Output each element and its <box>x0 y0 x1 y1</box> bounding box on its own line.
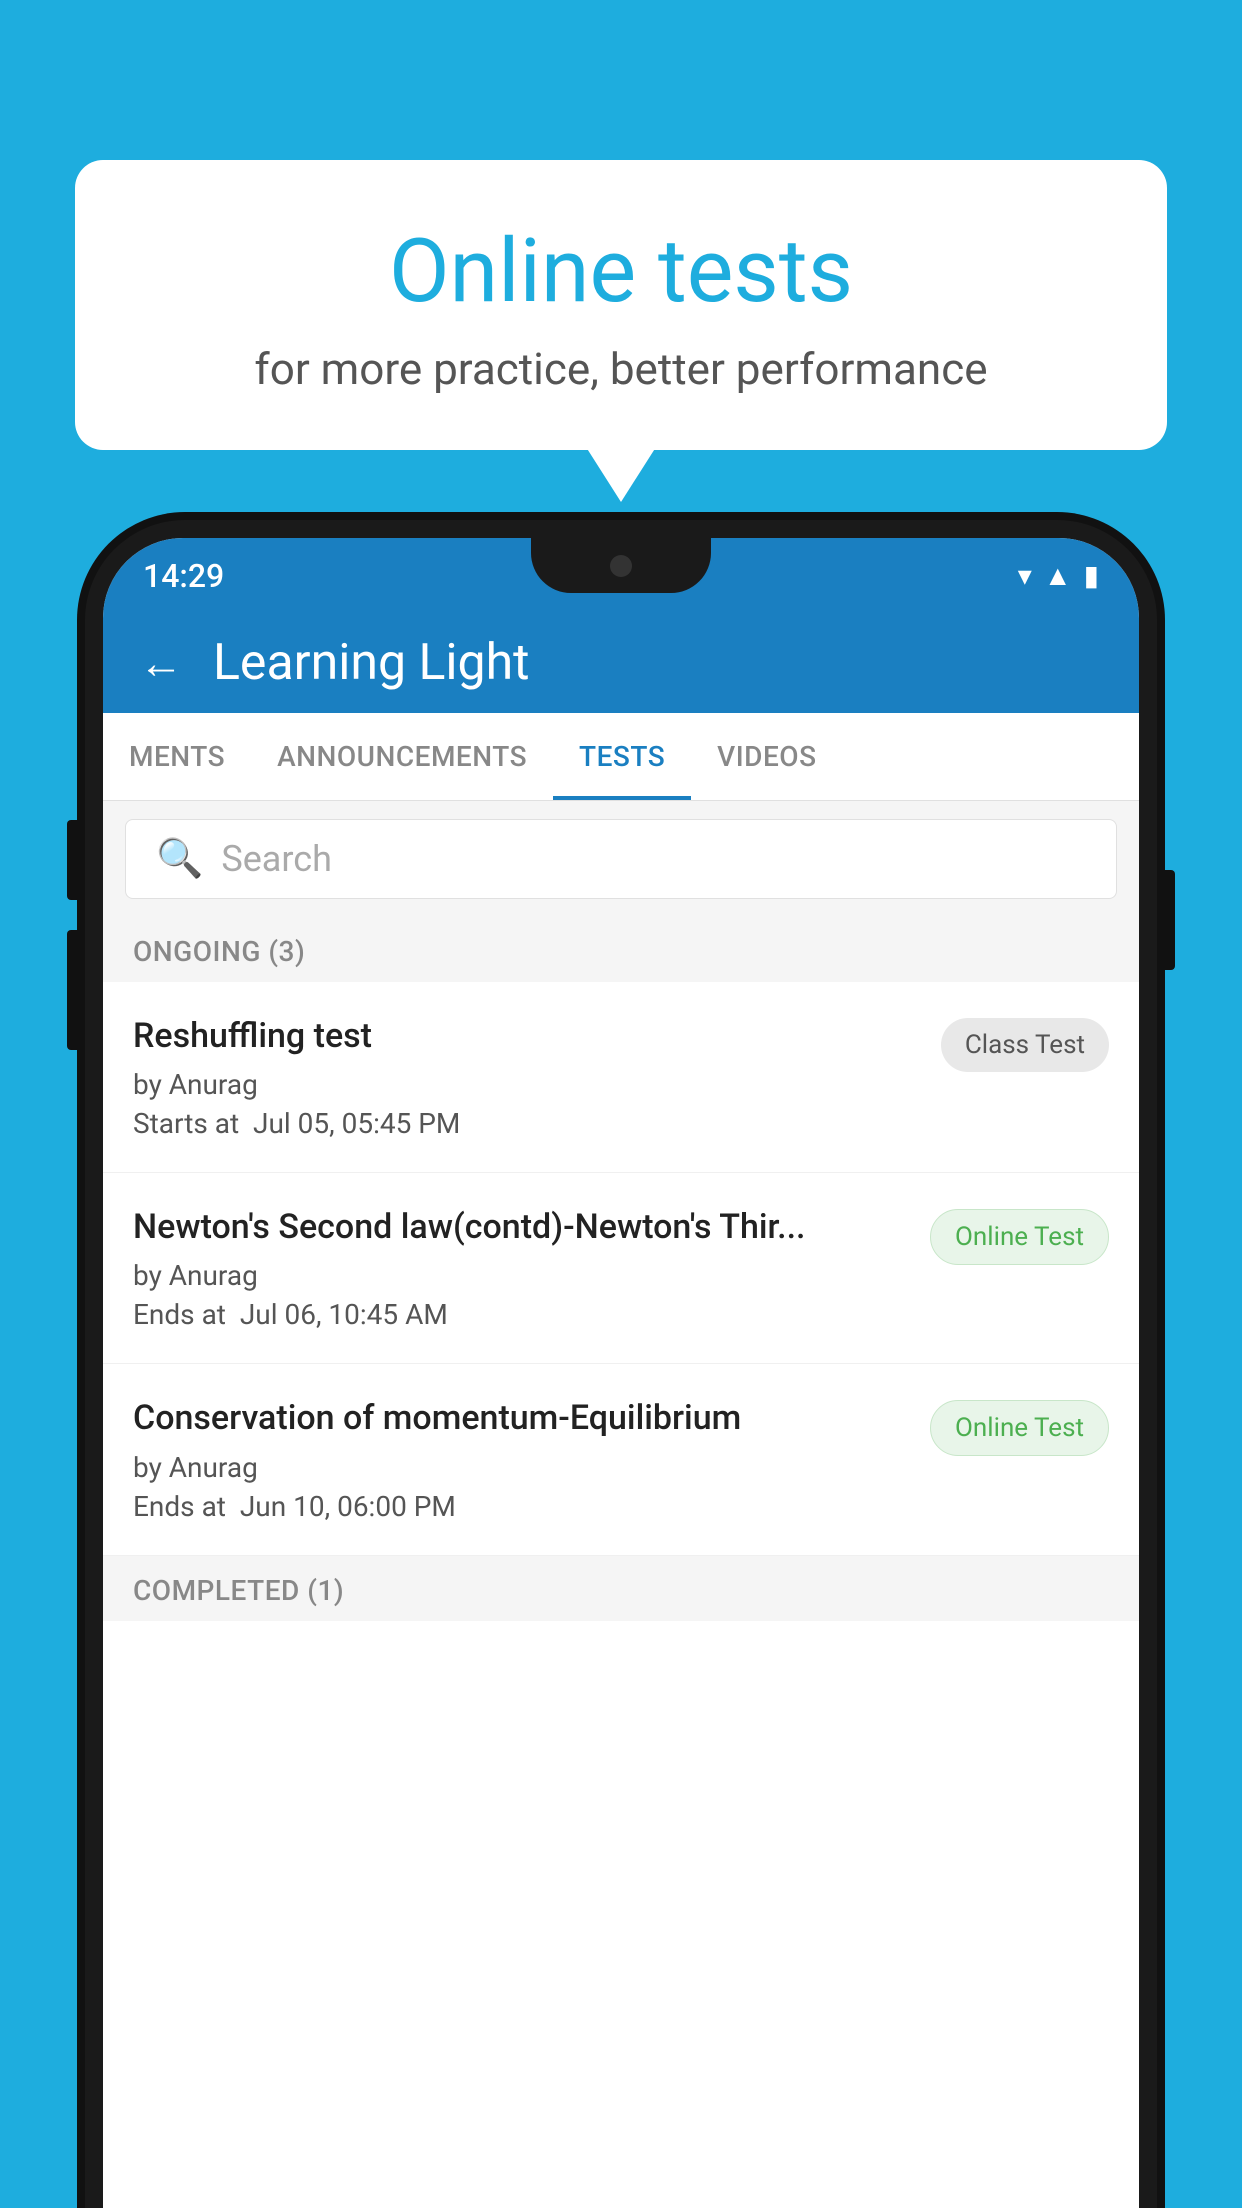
tests-list: Reshuffling test by Anurag Starts at Jul… <box>103 982 1139 2208</box>
tab-tests[interactable]: TESTS <box>553 713 691 800</box>
bubble-subtitle: for more practice, better performance <box>155 343 1087 395</box>
battery-icon: ▮ <box>1084 559 1099 592</box>
tab-announcements[interactable]: ANNOUNCEMENTS <box>251 713 553 800</box>
wifi-icon: ▾ <box>1018 559 1032 592</box>
test-author-conservation: by Anurag <box>133 1451 910 1484</box>
search-container: 🔍 Search <box>103 801 1139 917</box>
ongoing-label: ONGOING (3) <box>133 935 305 968</box>
test-badge-newton: Online Test <box>930 1209 1109 1265</box>
status-icons: ▾ ▲ ▮ <box>1018 559 1099 592</box>
test-item-conservation[interactable]: Conservation of momentum-Equilibrium by … <box>103 1364 1139 1555</box>
test-name-reshuffling: Reshuffling test <box>133 1014 921 1058</box>
test-name-newton: Newton's Second law(contd)-Newton's Thir… <box>133 1205 910 1249</box>
ongoing-section-header: ONGOING (3) <box>103 917 1139 982</box>
notch <box>531 538 711 593</box>
tabs-bar: MENTS ANNOUNCEMENTS TESTS VIDEOS <box>103 713 1139 801</box>
app-bar: ← Learning Light <box>103 613 1139 713</box>
search-icon: 🔍 <box>156 837 203 881</box>
signal-icon: ▲ <box>1044 559 1072 592</box>
camera <box>610 555 632 577</box>
test-time-newton: Ends at Jul 06, 10:45 AM <box>133 1298 910 1331</box>
test-item-reshuffling[interactable]: Reshuffling test by Anurag Starts at Jul… <box>103 982 1139 1173</box>
tab-ments[interactable]: MENTS <box>103 713 251 800</box>
speech-bubble: Online tests for more practice, better p… <box>75 160 1167 450</box>
test-author-newton: by Anurag <box>133 1259 910 1292</box>
back-button[interactable]: ← <box>139 637 183 689</box>
test-time-conservation: Ends at Jun 10, 06:00 PM <box>133 1490 910 1523</box>
completed-section-header: COMPLETED (1) <box>103 1556 1139 1621</box>
test-name-conservation: Conservation of momentum-Equilibrium <box>133 1396 910 1440</box>
test-info-reshuffling: Reshuffling test by Anurag Starts at Jul… <box>133 1014 921 1140</box>
test-time-reshuffling: Starts at Jul 05, 05:45 PM <box>133 1107 921 1140</box>
bubble-title: Online tests <box>155 220 1087 323</box>
test-info-newton: Newton's Second law(contd)-Newton's Thir… <box>133 1205 910 1331</box>
search-box[interactable]: 🔍 Search <box>125 819 1117 899</box>
volume-up-button <box>67 820 79 900</box>
test-badge-reshuffling: Class Test <box>941 1018 1109 1072</box>
phone-frame: 14:29 ▾ ▲ ▮ ← Learning Light MENTS ANNOU… <box>85 520 1157 2208</box>
test-badge-conservation: Online Test <box>930 1400 1109 1456</box>
search-placeholder: Search <box>221 838 332 880</box>
completed-label: COMPLETED (1) <box>133 1574 344 1607</box>
status-time: 14:29 <box>143 557 224 595</box>
test-info-conservation: Conservation of momentum-Equilibrium by … <box>133 1396 910 1522</box>
test-item-newton[interactable]: Newton's Second law(contd)-Newton's Thir… <box>103 1173 1139 1364</box>
status-bar: 14:29 ▾ ▲ ▮ <box>103 538 1139 613</box>
app-title: Learning Light <box>213 634 530 692</box>
test-author-reshuffling: by Anurag <box>133 1068 921 1101</box>
tab-videos[interactable]: VIDEOS <box>691 713 842 800</box>
phone-screen: 14:29 ▾ ▲ ▮ ← Learning Light MENTS ANNOU… <box>103 538 1139 2208</box>
volume-down-button <box>67 930 79 1050</box>
speech-bubble-container: Online tests for more practice, better p… <box>75 160 1167 450</box>
power-button <box>1163 870 1175 970</box>
